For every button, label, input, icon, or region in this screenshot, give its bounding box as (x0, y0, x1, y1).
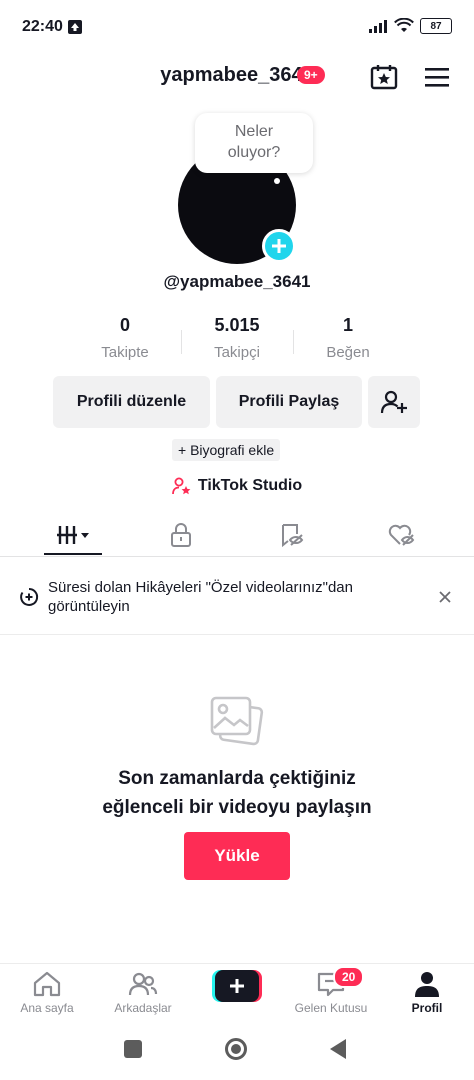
empty-line-2: eğlenceli bir videoyu paylaşın (102, 797, 372, 818)
bubble-line-2: oluyor? (227, 144, 281, 161)
create-icon (212, 970, 262, 1002)
plus-icon (272, 239, 286, 253)
add-friend-button[interactable] (368, 376, 420, 428)
status-time: 22:40 (22, 18, 63, 35)
stats-divider (181, 330, 182, 354)
likes-count[interactable]: 1 (298, 315, 398, 336)
tab-private[interactable] (122, 515, 240, 555)
story-banner-text: Süresi dolan Hikâyeleri "Özel videoların… (48, 579, 353, 615)
photo-icon (208, 694, 266, 755)
wifi-icon (394, 18, 414, 32)
upload-button[interactable]: Yükle (184, 832, 290, 880)
calendar-star-icon[interactable] (370, 64, 398, 90)
add-bio-button[interactable]: + Biyografi ekle (172, 439, 281, 461)
nav-home-label: Ana sayfa (20, 1001, 74, 1015)
upload-arrow-icon (68, 20, 82, 34)
tab-videos[interactable] (14, 515, 132, 555)
edit-profile-button[interactable]: Profili düzenle (53, 376, 210, 428)
home-icon (33, 971, 61, 997)
tab-indicator (44, 553, 102, 555)
eye-off-icon (282, 524, 304, 548)
share-profile-button[interactable]: Profili Paylaş (216, 376, 362, 428)
stats-divider (293, 330, 294, 354)
add-friend-icon (380, 390, 407, 414)
nav-friends-label: Arkadaşlar (114, 1001, 172, 1015)
lock-icon (171, 523, 191, 547)
back-button[interactable] (330, 1039, 346, 1059)
studio-label: TikTok Studio (197, 477, 303, 494)
followers-count[interactable]: 5.015 (187, 315, 287, 336)
nav-profile[interactable]: Profil (380, 970, 474, 1015)
close-icon[interactable] (437, 589, 453, 610)
followers-label[interactable]: Takipçi (187, 344, 287, 361)
battery-icon: 87 (420, 18, 452, 34)
tab-liked[interactable] (342, 515, 460, 555)
studio-icon (171, 477, 191, 495)
menu-icon[interactable] (424, 66, 450, 88)
bubble-line-1: Neler (234, 123, 274, 140)
nav-profile-label: Profil (411, 1001, 443, 1015)
story-icon (19, 587, 39, 612)
likes-label[interactable]: Beğen (298, 344, 398, 361)
home-button-dot (231, 1044, 241, 1054)
following-label[interactable]: Takipte (75, 344, 175, 361)
friends-icon (128, 972, 158, 996)
recents-button[interactable] (124, 1040, 142, 1058)
tiktok-studio-link[interactable]: TikTok Studio (0, 477, 474, 495)
nav-friends[interactable]: Arkadaşlar (96, 970, 190, 1015)
heart-off-icon (388, 524, 415, 546)
empty-line-1: Son zamanlarda çektiğiniz (118, 768, 356, 789)
following-count[interactable]: 0 (75, 315, 175, 336)
bubble-dot (274, 178, 280, 184)
empty-state-title: Son zamanlarda çektiğiniz eğlenceli bir … (0, 764, 474, 822)
status-bubble[interactable]: Neler oluyor? (195, 113, 313, 173)
nav-home[interactable]: Ana sayfa (0, 970, 94, 1015)
profile-username[interactable]: yapmabee_3641 (0, 64, 474, 87)
signal-icon (369, 20, 387, 33)
nav-inbox-label: Gelen Kutusu (294, 1001, 368, 1015)
notification-badge[interactable]: 9+ (297, 66, 325, 84)
create-button[interactable] (212, 970, 262, 1002)
tabs-divider (0, 556, 474, 557)
inbox-badge: 20 (333, 966, 365, 988)
profile-handle: @yapmabee_3641 (163, 272, 311, 291)
avatar-add-button[interactable] (262, 229, 296, 263)
profile-icon (415, 972, 439, 997)
grid-icon (57, 526, 89, 544)
tab-hidden[interactable] (233, 515, 351, 555)
battery-level: 87 (430, 20, 442, 32)
status-icons: 87 (368, 18, 452, 34)
